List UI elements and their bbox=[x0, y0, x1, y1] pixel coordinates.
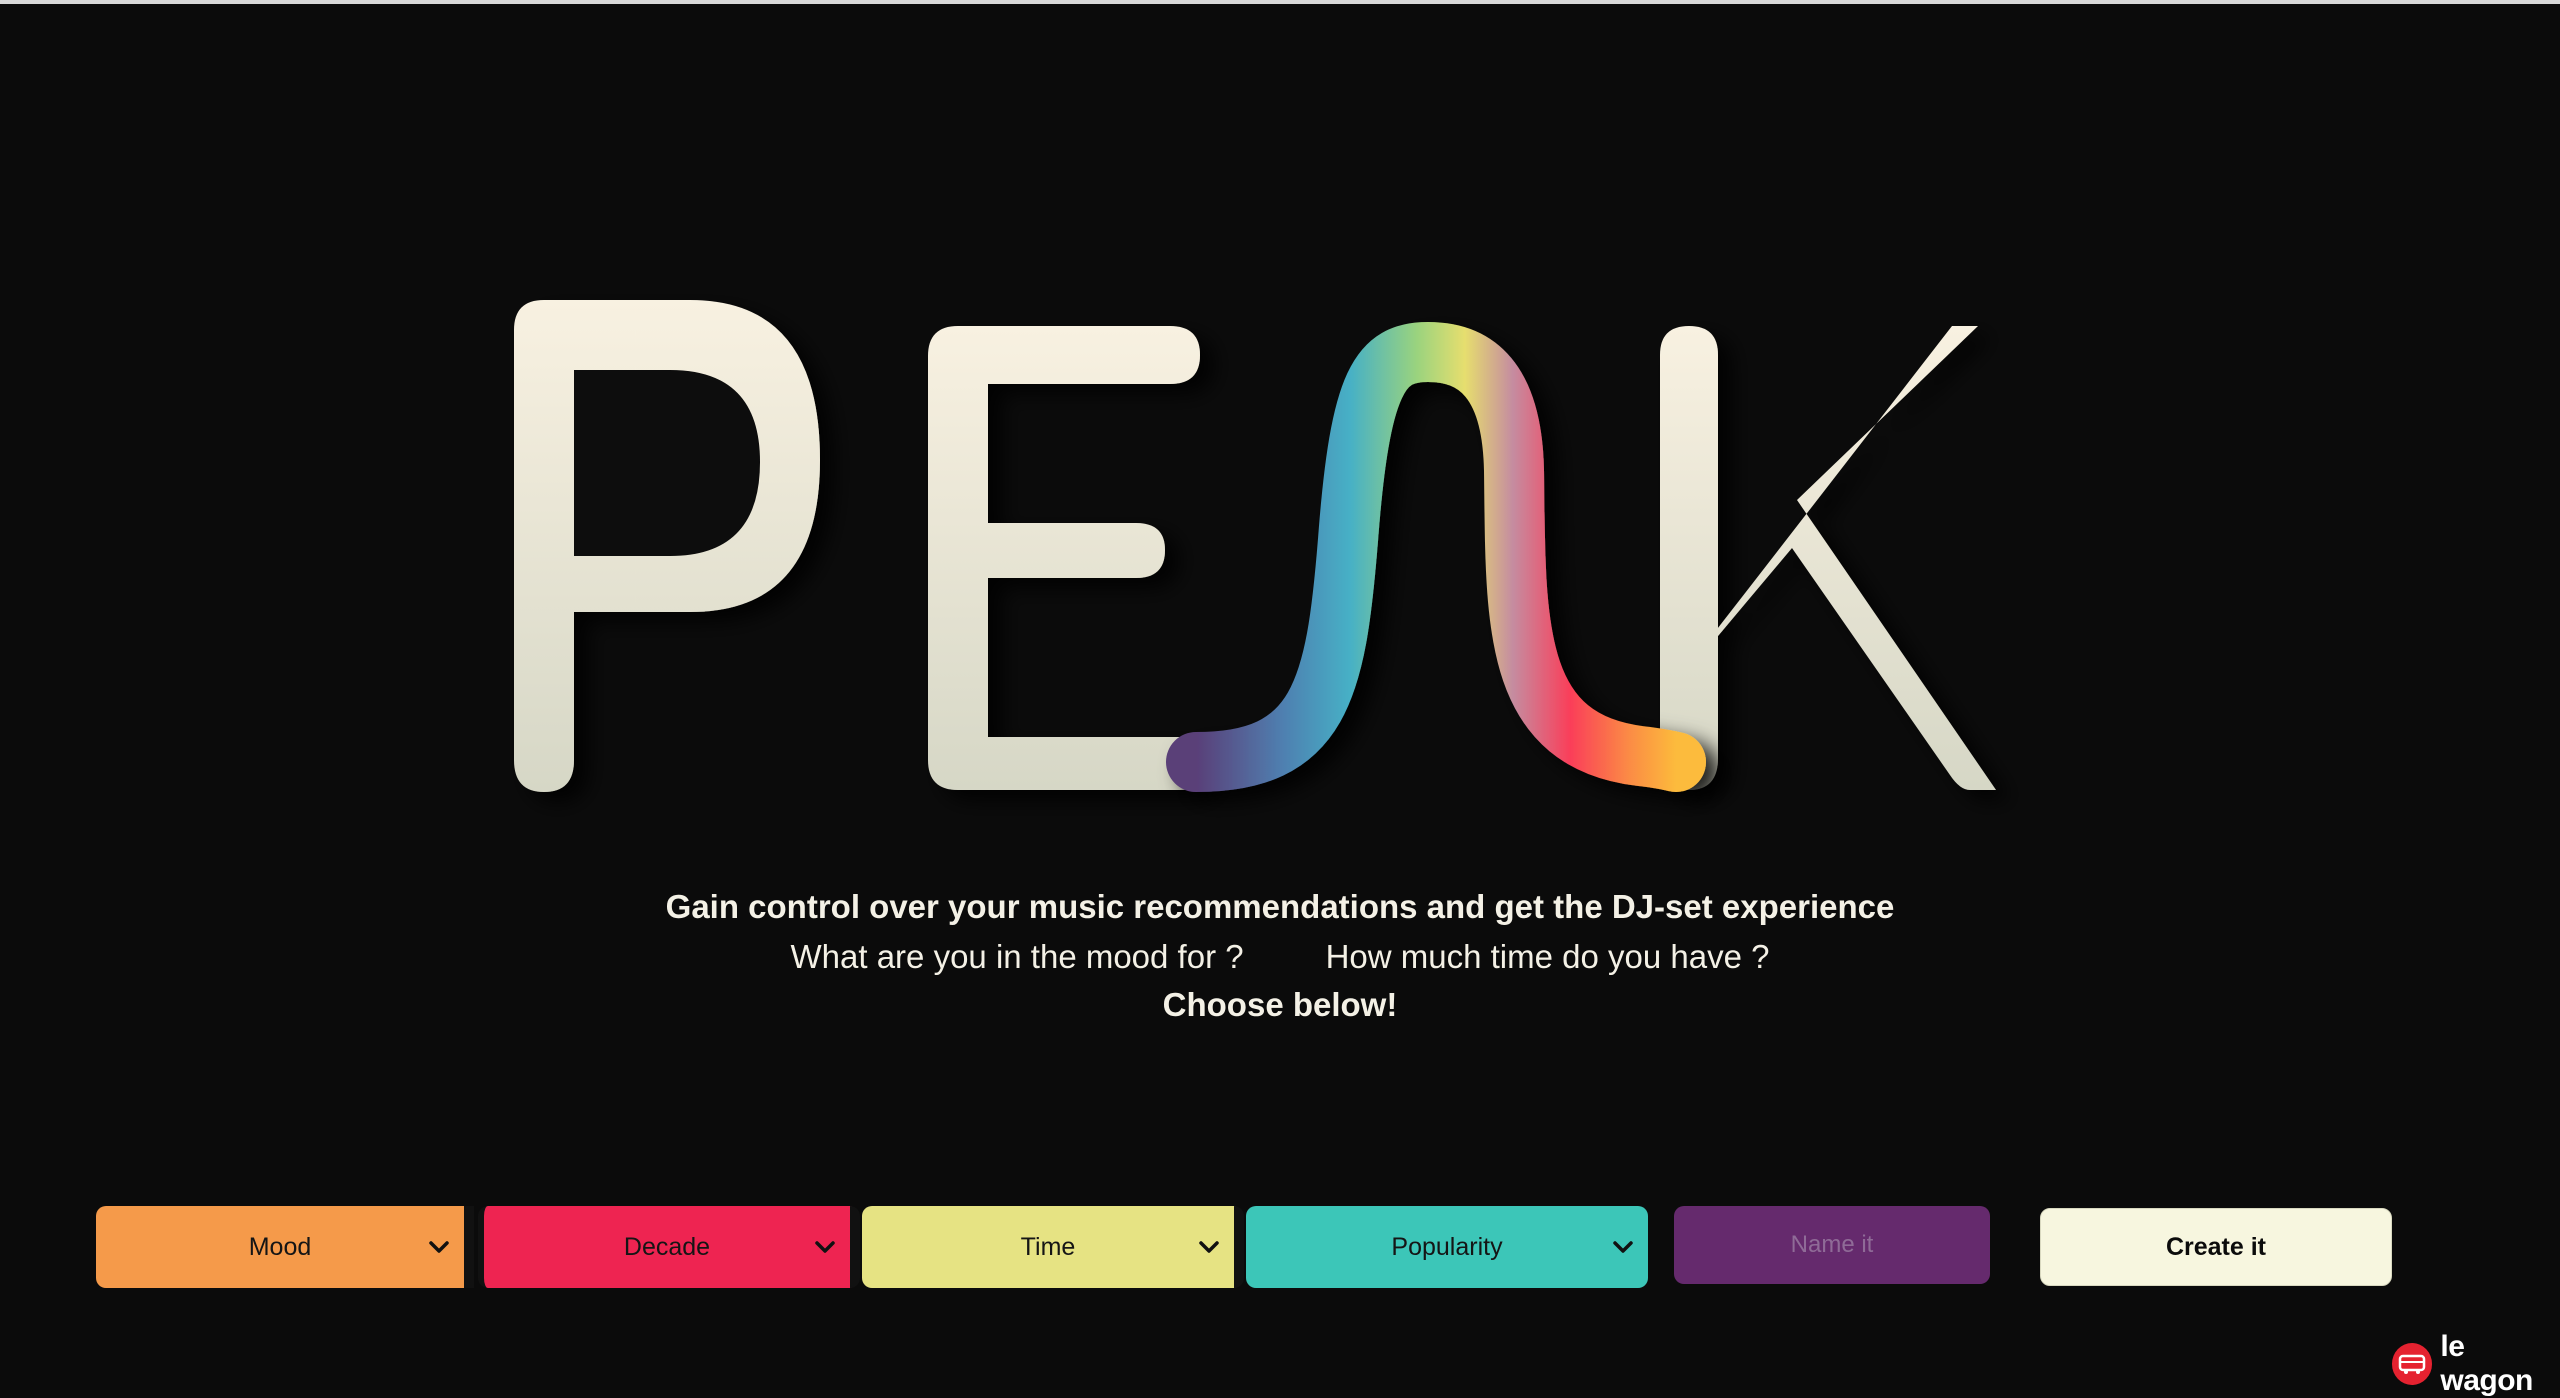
mood-select[interactable]: Mood bbox=[96, 1206, 474, 1288]
le-wagon-text: le wagon bbox=[2440, 1330, 2533, 1397]
popularity-select-label: Popularity bbox=[1391, 1232, 1503, 1261]
le-wagon-brand[interactable]: le wagon bbox=[2392, 1330, 2560, 1398]
question-mood: What are you in the mood for ? bbox=[790, 938, 1244, 975]
decade-select-label: Decade bbox=[623, 1232, 711, 1261]
peak-logo bbox=[0, 0, 2560, 900]
letter-a-wave bbox=[1166, 321, 1706, 792]
time-select[interactable]: Time bbox=[862, 1206, 1244, 1288]
popularity-select[interactable]: Popularity bbox=[1246, 1206, 1648, 1288]
letter-k bbox=[1660, 326, 1996, 790]
time-select-label: Time bbox=[1020, 1232, 1076, 1261]
chevron-down-icon bbox=[1199, 1241, 1219, 1253]
choose-below-text: Choose below! bbox=[1162, 986, 1398, 1023]
chevron-down-icon bbox=[429, 1241, 449, 1253]
letter-p bbox=[514, 300, 820, 792]
letter-e bbox=[928, 326, 1206, 790]
playlist-name-input[interactable] bbox=[1674, 1206, 1990, 1284]
headline: Gain control over your music recommendat… bbox=[665, 888, 1895, 925]
chevron-down-icon bbox=[815, 1241, 835, 1253]
create-it-button[interactable]: Create it bbox=[2040, 1208, 2392, 1286]
le-wagon-logo-icon bbox=[2392, 1343, 2433, 1385]
decade-select[interactable]: Decade bbox=[478, 1206, 860, 1288]
question-time: How much time do you have ? bbox=[1325, 938, 1770, 975]
chevron-down-icon bbox=[1613, 1241, 1633, 1253]
questions: What are you in the mood for ? How much t… bbox=[0, 938, 2560, 976]
mood-select-label: Mood bbox=[248, 1232, 312, 1261]
